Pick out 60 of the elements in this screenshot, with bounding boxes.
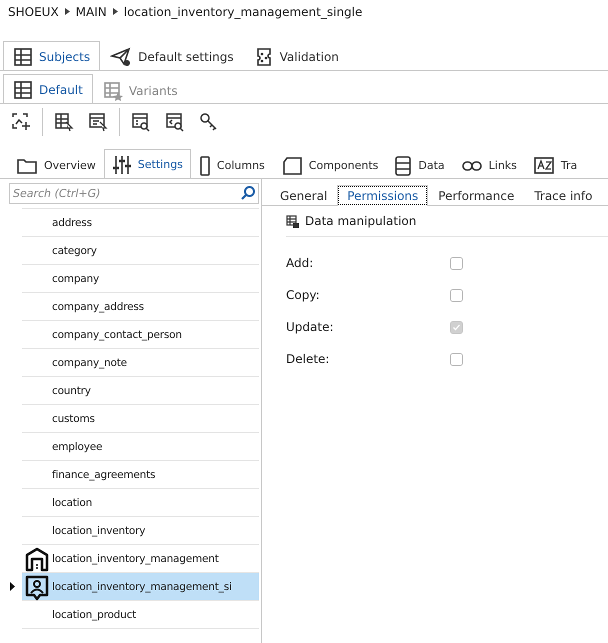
grid-icon: [13, 46, 33, 66]
link-icon: [460, 158, 483, 172]
group-header: Data manipulation: [286, 206, 608, 237]
tree-item[interactable]: location: [22, 489, 259, 517]
checkbox[interactable]: [450, 288, 463, 302]
tree-item[interactable]: company_address: [22, 293, 259, 321]
field-label: Add:: [286, 256, 314, 270]
tab[interactable]: Columns: [190, 151, 273, 178]
folder-icon: [16, 156, 38, 174]
grid-star-icon: [102, 80, 123, 100]
search-icon: [240, 185, 256, 201]
field-label: Update:: [286, 320, 335, 334]
field-label: Copy:: [286, 288, 321, 302]
checkbox[interactable]: [450, 352, 463, 366]
column-icon: [198, 154, 211, 176]
search-field[interactable]: Search (Ctrl+G): [9, 183, 259, 204]
expand-arrow-icon[interactable]: [10, 582, 15, 591]
chevron-icon: [64, 8, 70, 16]
tab[interactable]: Permissions: [337, 185, 428, 206]
house-icon: [24, 546, 50, 572]
paper-plane-icon: [110, 47, 132, 67]
tab[interactable]: Validation: [244, 42, 349, 70]
tab[interactable]: Subjects: [3, 41, 100, 70]
tree-item[interactable]: location_inventory: [22, 517, 259, 545]
tab[interactable]: Trace info: [524, 185, 602, 206]
tab[interactable]: Overview: [8, 151, 104, 178]
breadcrumb-item[interactable]: MAIN: [76, 5, 107, 19]
tab[interactable]: Performance: [428, 185, 524, 206]
tab[interactable]: Default settings: [100, 42, 244, 70]
tab[interactable]: General: [270, 185, 338, 206]
checkbox[interactable]: [450, 256, 463, 270]
person-badge-icon: [24, 574, 50, 602]
tab[interactable]: Links: [452, 151, 525, 178]
field-label: Delete:: [286, 352, 330, 366]
chevron-icon: [112, 8, 118, 16]
tab[interactable]: Variants: [92, 76, 188, 103]
tree-item[interactable]: location_product: [22, 601, 259, 629]
tree-item[interactable]: company_note: [22, 349, 259, 377]
component-icon: [280, 156, 303, 176]
tree-item[interactable]: company_contact_person: [22, 321, 259, 349]
tree-item[interactable]: address: [22, 209, 259, 237]
tab[interactable]: Components: [272, 151, 386, 178]
grid-icon: [13, 80, 33, 100]
tree-item[interactable]: customs: [22, 405, 259, 433]
tab[interactable]: Data: [386, 151, 453, 178]
tree-item[interactable]: category: [22, 237, 259, 265]
translate-icon: [532, 156, 555, 176]
breadcrumb-item[interactable]: location_inventory_management_single: [124, 5, 362, 19]
tree-item[interactable]: company: [22, 265, 259, 293]
tree-item[interactable]: finance_agreements: [22, 461, 259, 489]
tab[interactable]: Tra: [524, 151, 586, 178]
sliders-icon: [112, 154, 132, 176]
tab[interactable]: Default: [3, 74, 93, 103]
tree-item[interactable]: employee: [22, 433, 259, 461]
database-icon: [394, 154, 412, 176]
tree-item[interactable]: country: [22, 377, 259, 405]
breadcrumb-item[interactable]: SHOEUX: [8, 5, 59, 19]
table-lock-icon: [286, 214, 299, 228]
check-icon: [452, 322, 461, 332]
tab[interactable]: Settings: [104, 149, 191, 178]
